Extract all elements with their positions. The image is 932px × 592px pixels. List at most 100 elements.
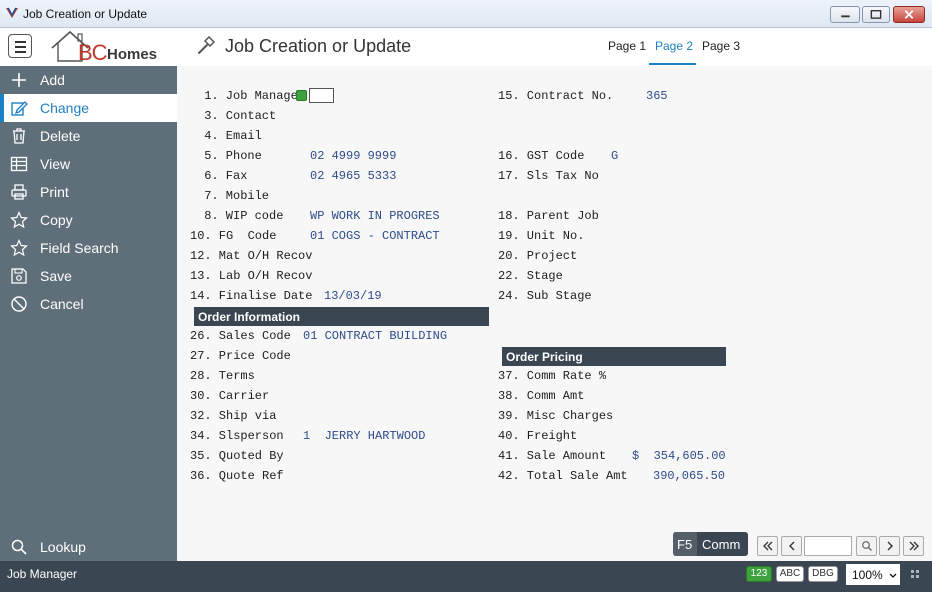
app-header: BC Homes Job Creation or Update Page 1 P… (0, 28, 932, 66)
field-label-carrier: 30. Carrier (190, 389, 270, 403)
sidebar-item-save[interactable]: Save (0, 262, 177, 290)
total-sale-amt-value[interactable]: 390,065.50 (653, 469, 725, 483)
chevron-down-icon (889, 573, 897, 578)
sidebar-item-label: Save (40, 268, 72, 284)
sale-amount-value[interactable]: $ 354,605.00 (632, 449, 726, 463)
double-chevron-right-icon (909, 541, 919, 551)
field-label-gst-code: 16. GST Code (498, 149, 585, 163)
field-label-quote-ref: 36. Quote Ref (190, 469, 284, 483)
sidebar-item-label: Add (40, 72, 65, 88)
star-icon (10, 239, 28, 257)
field-label-contract-no: 15. Contract No. (498, 89, 614, 103)
previous-record-button[interactable] (781, 536, 802, 556)
active-tab-indicator (649, 63, 696, 65)
sidebar-item-lookup[interactable]: Lookup (0, 533, 177, 561)
finalise-date-value[interactable]: 13/03/19 (324, 289, 382, 303)
dropdown-arrow-icon[interactable] (296, 90, 307, 101)
capslock-badge: ABC (776, 566, 804, 582)
menu-icon (15, 41, 26, 43)
double-chevron-left-icon (762, 541, 772, 551)
window-title: Job Creation or Update (23, 7, 148, 21)
wip-code-value[interactable]: WP WORK IN PROGRES (310, 209, 440, 223)
field-label-project: 20. Project (498, 249, 578, 263)
hammer-icon (198, 36, 216, 54)
field-label-stage: 22. Stage (498, 269, 563, 283)
field-label-sls-tax-no: 17. Sls Tax No (498, 169, 599, 183)
sales-code-value[interactable]: 01 CONTRACT BUILDING (303, 329, 447, 343)
field-label-mat-oh-recov: 12. Mat O/H Recov (190, 249, 313, 263)
tab-page-2[interactable]: Page 2 (655, 39, 693, 53)
field-label-finalise-date: 14. Finalise Date (190, 289, 313, 303)
next-record-button[interactable] (879, 536, 900, 556)
section-order-pricing: Order Pricing (502, 347, 726, 366)
plus-icon (12, 73, 26, 87)
field-label-freight: 40. Freight (498, 429, 578, 443)
resize-grip-icon[interactable] (910, 569, 920, 579)
field-label-wip-code: 8. WIP code (197, 209, 284, 223)
minimize-icon (841, 15, 850, 18)
tab-page-1[interactable]: Page 1 (608, 39, 646, 53)
phone-value[interactable]: 02 4999 9999 (310, 149, 396, 163)
menu-icon-line (15, 46, 26, 48)
status-bar: Job Manager 123 ABC DBG 100% (0, 561, 932, 592)
sidebar-item-copy[interactable]: Copy (0, 206, 177, 234)
edit-icon (11, 101, 28, 116)
logo-bc: BC (78, 40, 108, 65)
save-icon (11, 268, 27, 284)
last-record-button[interactable] (903, 536, 924, 556)
contract-no-value[interactable]: 365 (646, 89, 668, 103)
field-label-sub-stage: 24. Sub Stage (498, 289, 592, 303)
tab-page-3[interactable]: Page 3 (702, 39, 740, 53)
fax-value[interactable]: 02 4965 5333 (310, 169, 396, 183)
field-label-fax: 6. Fax (197, 169, 248, 183)
company-logo: BC Homes (48, 28, 166, 65)
f5-key-label: F5 (673, 532, 697, 556)
record-search-button[interactable] (856, 536, 877, 556)
numlock-badge: 123 (746, 566, 772, 582)
menu-button[interactable] (8, 34, 32, 58)
sidebar-item-cancel[interactable]: Cancel (0, 290, 177, 318)
zoom-select[interactable]: 100% (846, 564, 900, 585)
gst-code-value[interactable]: G (611, 149, 618, 163)
job-manager-input[interactable] (309, 88, 334, 103)
comm-button[interactable]: F5 Comm (673, 532, 748, 556)
field-label-comm-rate: 37. Comm Rate % (498, 369, 607, 383)
field-label-slsperson: 34. Slsperson (190, 429, 284, 443)
sidebar-item-label: Change (40, 100, 90, 116)
field-label-contact: 3. Contact (197, 109, 277, 123)
sidebar-item-delete[interactable]: Delete (0, 122, 177, 150)
maximize-button[interactable] (862, 6, 890, 23)
sidebar-item-view[interactable]: View (0, 150, 177, 178)
close-button[interactable] (893, 6, 925, 23)
debug-badge[interactable]: DBG (808, 566, 838, 582)
record-search-input[interactable] (804, 536, 852, 556)
fg-code-value[interactable]: 01 COGS - CONTRACT (310, 229, 440, 243)
sidebar-item-field-search[interactable]: Field Search (0, 234, 177, 262)
page-title: Job Creation or Update (225, 36, 412, 56)
first-record-button[interactable] (757, 536, 778, 556)
field-label-price-code: 27. Price Code (190, 349, 291, 363)
sidebar-item-label: Cancel (40, 296, 84, 312)
field-label-sales-code: 26. Sales Code (190, 329, 291, 343)
field-label-email: 4. Email (197, 129, 262, 143)
logo-homes: Homes (107, 46, 158, 63)
field-label-ship-via: 32. Ship via (190, 409, 277, 423)
sidebar-item-add[interactable]: Add (0, 66, 177, 94)
search-icon (11, 539, 27, 555)
minimize-button[interactable] (830, 6, 860, 23)
field-label-sale-amount: 41. Sale Amount (498, 449, 607, 463)
field-label-unit-no: 19. Unit No. (498, 229, 585, 243)
status-field-name: Job Manager (7, 567, 78, 581)
sidebar-item-label: View (40, 156, 71, 172)
slsperson-value[interactable]: 1 JERRY HARTWOOD (303, 429, 425, 443)
sidebar-item-print[interactable]: Print (0, 178, 177, 206)
menu-icon-line (15, 51, 26, 53)
app-icon (6, 7, 18, 18)
chevron-left-icon (788, 541, 794, 551)
close-icon (904, 10, 914, 19)
zoom-value: 100% (852, 568, 883, 582)
window-titlebar: Job Creation or Update (0, 0, 932, 28)
section-order-information: Order Information (194, 307, 489, 326)
sidebar-item-change[interactable]: Change (0, 94, 177, 122)
sidebar-item-label: Delete (40, 128, 81, 144)
